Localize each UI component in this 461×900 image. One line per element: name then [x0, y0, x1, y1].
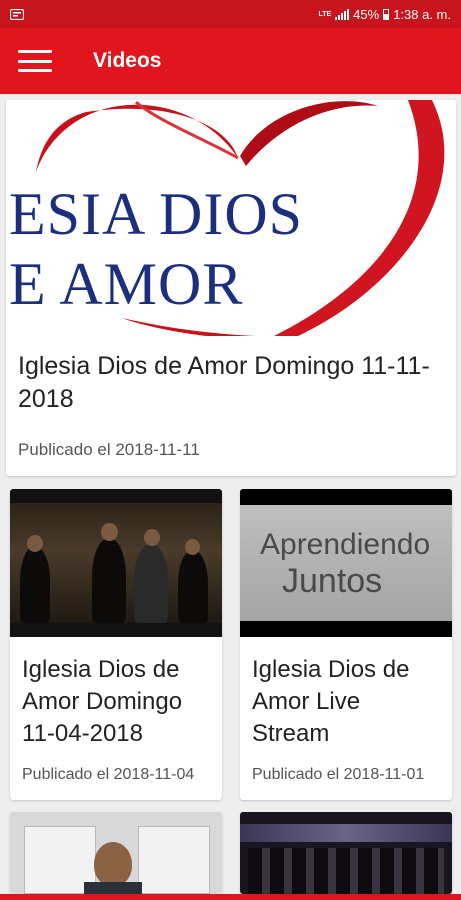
- status-bar: LTE 45% 1:38 a. m.: [0, 0, 461, 28]
- status-left: [10, 8, 24, 20]
- app-bar: Videos: [0, 28, 461, 94]
- network-type: LTE: [318, 10, 332, 18]
- clock: 1:38 a. m.: [393, 6, 451, 22]
- thumbnail-text-line1: Aprendiendo: [260, 528, 431, 561]
- video-card[interactable]: ESIA DIOS E AMOR Iglesia Dios de Amor Do…: [6, 100, 456, 476]
- video-thumbnail[interactable]: ESIA DIOS E AMOR: [6, 100, 456, 337]
- video-title: Iglesia Dios de Amor Domingo 11-11-2018: [18, 352, 430, 413]
- thumbnail-text-line1: ESIA DIOS: [9, 181, 304, 247]
- stage-band: [248, 848, 444, 894]
- menu-icon[interactable]: [18, 50, 52, 72]
- status-right: LTE 45% 1:38 a. m.: [318, 7, 451, 22]
- band-member: [134, 545, 168, 623]
- band-member: [178, 551, 208, 623]
- battery-icon: [383, 8, 390, 20]
- battery-level: 45%: [353, 6, 380, 22]
- video-date: Publicado el 2018-11-11: [18, 440, 200, 459]
- bottom-accent-bar: [0, 894, 461, 900]
- band-member-head: [27, 535, 43, 552]
- speaker-head: [94, 842, 132, 886]
- video-thumbnail[interactable]: [240, 812, 452, 894]
- thumbnail-text-line2: E AMOR: [9, 251, 244, 317]
- band-member-head: [101, 523, 118, 541]
- video-thumbnail[interactable]: [10, 812, 222, 894]
- band-member-head: [144, 529, 160, 546]
- video-card[interactable]: [240, 812, 452, 894]
- slide-panel: [138, 826, 210, 894]
- video-date: Publicado el 2018-11-04: [22, 766, 195, 783]
- notification-icon: [10, 8, 24, 20]
- video-card[interactable]: [10, 812, 222, 894]
- video-date: Publicado el 2018-11-01: [252, 766, 425, 783]
- video-card[interactable]: Iglesia Dios de Amor Domingo 11-04-2018 …: [10, 489, 222, 800]
- band-member: [92, 539, 126, 623]
- video-thumbnail[interactable]: Aprendiendo Juntos: [240, 489, 452, 637]
- video-card[interactable]: Aprendiendo Juntos Iglesia Dios de Amor …: [240, 489, 452, 800]
- band-member: [20, 547, 50, 623]
- stage-lights: [240, 824, 452, 842]
- page-title: Videos: [93, 49, 162, 72]
- video-title: Iglesia Dios de Amor Live Stream: [252, 656, 410, 747]
- video-thumbnail[interactable]: [10, 489, 222, 637]
- speaker-body: [84, 882, 142, 894]
- band-member-head: [185, 539, 200, 555]
- video-title: Iglesia Dios de Amor Domingo 11-04-2018: [22, 656, 183, 747]
- signal-icon: [335, 8, 350, 20]
- thumbnail-text-line2: Juntos: [282, 562, 383, 600]
